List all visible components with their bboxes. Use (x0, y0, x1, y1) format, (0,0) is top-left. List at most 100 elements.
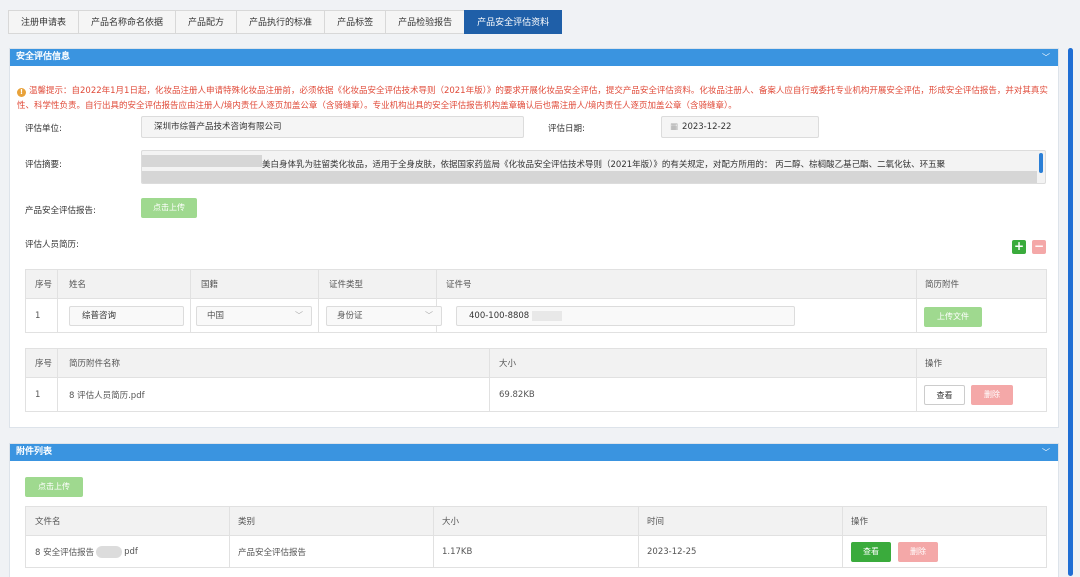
col-id-number: 证件号 (446, 280, 472, 290)
tab-standard[interactable]: 产品执行的标准 (236, 10, 325, 34)
divider (57, 378, 58, 411)
summary-label: 评估摘要: (25, 160, 62, 170)
resume-file-name[interactable]: 8 评估人员简历.pdf (69, 378, 145, 411)
divider (229, 536, 230, 567)
page-scrollbar[interactable] (1068, 48, 1073, 576)
divider (916, 270, 917, 298)
divider (229, 507, 230, 535)
divider (190, 299, 191, 332)
chevron-down-icon: ﹀ (295, 311, 303, 320)
divider (57, 349, 58, 377)
date-field[interactable]: ▦ 2023-12-22 (661, 116, 819, 138)
divider (433, 536, 434, 567)
redacted-block (142, 155, 262, 167)
tab-safety-assessment[interactable]: 产品安全评估资料 (464, 10, 563, 34)
col-index: 序号 (35, 280, 53, 290)
view-resume-button[interactable]: 查看 (924, 385, 965, 405)
col-resume-attachment: 简历附件 (925, 280, 960, 290)
warning-notice-text: 温馨提示：自2022年1月1日起，化妆品注册人申请特殊化妆品注册前，必须依据《化… (17, 86, 1048, 111)
chevron-down-icon[interactable]: ﹀ (1042, 444, 1050, 461)
col-actions: 操作 (851, 517, 869, 527)
attachment-category: 产品安全评估报告 (238, 547, 307, 558)
divider (57, 299, 58, 332)
unit-label: 评估单位: (25, 124, 62, 134)
add-person-button[interactable]: + (1012, 240, 1026, 254)
col-category: 类别 (238, 517, 256, 527)
attachment-file-name[interactable]: 8 安全评估报告 pdf (35, 536, 138, 567)
col-file-name: 简历附件名称 (69, 359, 121, 369)
warning-icon: ! (17, 88, 26, 97)
col-actions: 操作 (925, 359, 943, 369)
col-id-type: 证件类型 (329, 280, 364, 290)
divider (318, 299, 319, 332)
attachment-panel-header[interactable]: 附件列表 ﹀ (10, 444, 1058, 461)
tab-inspection-report[interactable]: 产品检验报告 (385, 10, 465, 34)
person-table-header: 序号 姓名 国籍 证件类型 证件号 简历附件 (25, 269, 1047, 299)
nationality-select[interactable]: 中国 ﹀ (196, 306, 312, 326)
summary-text: 美白身体乳为驻留类化妆品，适用于全身皮肤，依据国家药监局《化妆品安全评估技术导则… (262, 160, 946, 170)
attachment-upload-button[interactable]: 点击上传 (25, 477, 83, 497)
resume-label: 评估人员简历: (25, 240, 79, 250)
summary-scrollbar[interactable] (1039, 153, 1043, 173)
divider (638, 536, 639, 567)
divider (190, 270, 191, 298)
name-input[interactable]: 综普咨询 (69, 306, 184, 326)
view-attachment-button[interactable]: 查看 (851, 542, 891, 562)
col-file-name: 文件名 (35, 517, 61, 527)
remove-person-button[interactable]: − (1032, 240, 1046, 254)
attachment-size: 1.17KB (442, 546, 473, 557)
divider (916, 378, 917, 411)
divider (916, 349, 917, 377)
tab-application[interactable]: 注册申请表 (8, 10, 79, 34)
divider (916, 299, 917, 332)
safety-panel-title: 安全评估信息 (16, 52, 71, 62)
divider (436, 270, 437, 298)
divider (318, 270, 319, 298)
chevron-down-icon: ﹀ (425, 311, 433, 320)
redacted-block (532, 311, 562, 321)
id-number-input[interactable]: 400-100-8808 (456, 306, 795, 326)
delete-attachment-button[interactable]: 删除 (898, 542, 938, 562)
tab-label[interactable]: 产品标签 (324, 10, 386, 34)
date-value: 2023-12-22 (682, 122, 732, 132)
divider (842, 507, 843, 535)
calendar-icon: ▦ (670, 122, 679, 132)
tab-formula[interactable]: 产品配方 (175, 10, 237, 34)
unit-field[interactable]: 深圳市综普产品技术咨询有限公司 (141, 116, 524, 138)
table-row: 1 8 评估人员简历.pdf 69.82KB (25, 378, 1047, 412)
scrollbar-thumb[interactable] (1068, 48, 1073, 576)
file-name-prefix: 8 安全评估报告 (35, 547, 95, 558)
date-label: 评估日期: (548, 124, 585, 134)
tab-naming-basis[interactable]: 产品名称命名依据 (78, 10, 176, 34)
id-type-value: 身份证 (337, 311, 363, 321)
safety-panel-header[interactable]: 安全评估信息 ﹀ (10, 49, 1058, 66)
row-index: 1 (35, 389, 41, 400)
nationality-value: 中国 (207, 311, 225, 321)
divider (433, 507, 434, 535)
chevron-down-icon[interactable]: ﹀ (1042, 49, 1050, 66)
attachment-table-header: 文件名 类别 大小 时间 操作 (25, 506, 1047, 536)
table-row: 8 安全评估报告 pdf 产品安全评估报告 1.17KB 2023-12-25 (25, 536, 1047, 568)
attachment-panel-title: 附件列表 (16, 447, 53, 457)
id-type-select[interactable]: 身份证 ﹀ (326, 306, 442, 326)
row-index: 1 (35, 310, 41, 321)
col-time: 时间 (647, 517, 665, 527)
delete-resume-button[interactable]: 删除 (971, 385, 1013, 405)
id-number-value: 400-100-8808 (469, 311, 530, 321)
col-size: 大小 (499, 359, 517, 369)
report-label: 产品安全评估报告: (25, 206, 96, 216)
attachment-time: 2023-12-25 (647, 546, 697, 557)
col-size: 大小 (442, 517, 460, 527)
file-name-suffix: pdf (124, 546, 138, 557)
redacted-block (96, 545, 123, 558)
report-upload-button[interactable]: 点击上传 (141, 198, 197, 218)
divider (57, 270, 58, 298)
divider (489, 349, 490, 377)
divider (842, 536, 843, 567)
resume-upload-button[interactable]: 上传文件 (924, 307, 982, 327)
summary-textarea[interactable]: 美白身体乳为驻留类化妆品，适用于全身皮肤，依据国家药监局《化妆品安全评估技术导则… (141, 150, 1046, 184)
col-name: 姓名 (69, 280, 87, 290)
divider (638, 507, 639, 535)
col-nationality: 国籍 (201, 280, 219, 290)
resume-file-size: 69.82KB (499, 389, 535, 400)
